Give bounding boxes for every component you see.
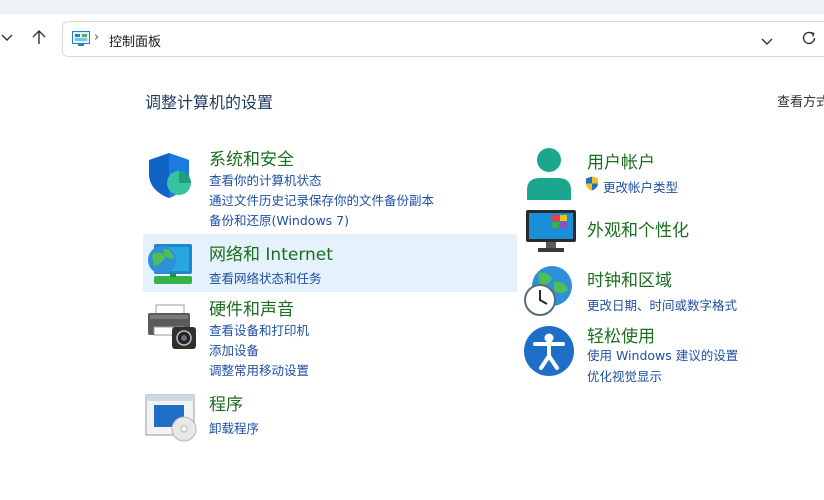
category-network-internet[interactable]: 网络和 Internet	[209, 240, 333, 265]
printer-camera-icon[interactable]	[146, 303, 198, 355]
breadcrumb-separator-icon: ›	[94, 30, 100, 45]
link-windows-suggested-settings[interactable]: 使用 Windows 建议的设置	[587, 345, 738, 364]
ease-of-access-icon[interactable]	[522, 324, 576, 382]
link-backup-restore[interactable]: 备份和还原(Windows 7)	[209, 210, 349, 229]
link-mobility-settings[interactable]: 调整常用移动设置	[209, 360, 309, 379]
link-optimize-visual-display[interactable]: 优化视觉显示	[587, 366, 662, 385]
recent-locations-chevron-icon[interactable]	[0, 26, 18, 48]
shield-icon[interactable]	[145, 150, 195, 204]
link-view-network-status[interactable]: 查看网络状态和任务	[209, 268, 322, 287]
category-system-security[interactable]: 系统和安全	[209, 145, 294, 170]
address-bar[interactable]: › 控制面板	[62, 21, 824, 57]
category-hardware-sound[interactable]: 硬件和声音	[209, 295, 294, 320]
address-dropdown-icon[interactable]	[760, 33, 774, 47]
breadcrumb-control-panel[interactable]: 控制面板	[109, 31, 161, 50]
link-uninstall-program[interactable]: 卸载程序	[209, 418, 259, 437]
control-panel-icon	[72, 31, 90, 46]
page-title: 调整计算机的设置	[145, 93, 274, 112]
uac-shield-icon	[585, 176, 599, 195]
network-globe-icon[interactable]	[146, 238, 196, 292]
clock-globe-icon[interactable]	[522, 264, 576, 322]
view-by-label: 查看方式	[777, 95, 824, 110]
title-bar-strip	[0, 0, 824, 14]
link-change-date-time-format[interactable]: 更改日期、时间或数字格式	[587, 295, 737, 314]
up-arrow-icon[interactable]	[28, 26, 50, 48]
link-view-computer-status[interactable]: 查看你的计算机状态	[209, 170, 322, 189]
link-add-device[interactable]: 添加设备	[209, 340, 259, 359]
link-file-history-backup[interactable]: 通过文件历史记录保存你的文件备份副本	[209, 190, 434, 209]
user-account-icon[interactable]	[524, 146, 574, 206]
category-user-accounts[interactable]: 用户帐户	[587, 148, 655, 173]
programs-disc-icon[interactable]	[144, 393, 198, 447]
monitor-personalization-icon[interactable]	[524, 208, 578, 258]
category-programs[interactable]: 程序	[209, 390, 243, 415]
category-ease-of-access[interactable]: 轻松使用	[587, 322, 655, 347]
category-clock-region[interactable]: 时钟和区域	[587, 266, 672, 291]
link-devices-printers[interactable]: 查看设备和打印机	[209, 320, 309, 339]
category-appearance-personalization[interactable]: 外观和个性化	[587, 216, 689, 241]
link-change-account-type[interactable]: 更改帐户类型	[603, 177, 678, 196]
refresh-icon[interactable]	[800, 29, 818, 47]
